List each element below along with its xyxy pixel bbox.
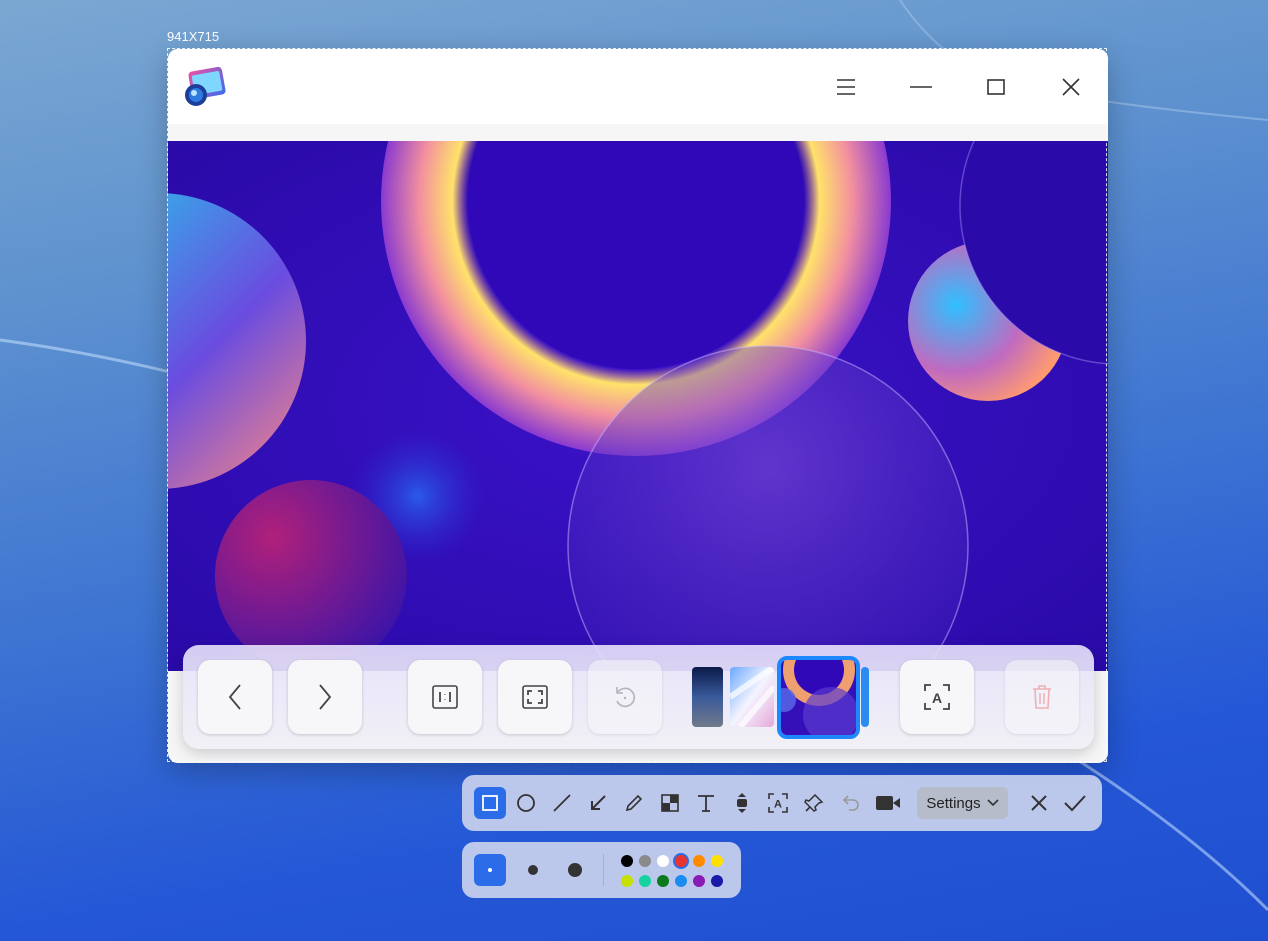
chevron-down-icon (987, 799, 999, 807)
image-viewer-window: A (168, 49, 1108, 763)
thumbnail-current-image (781, 660, 856, 735)
original-size-button[interactable] (408, 660, 482, 734)
image-canvas (168, 141, 1108, 671)
color-swatch[interactable] (639, 855, 651, 867)
mosaic-icon (661, 794, 679, 812)
original-size-icon (432, 685, 458, 709)
titlebar (168, 49, 1108, 124)
color-swatch[interactable] (675, 855, 687, 867)
displayed-wallpaper-image (168, 141, 1108, 671)
delete-button[interactable] (1005, 660, 1079, 734)
text-icon (698, 795, 714, 812)
size-medium-button[interactable] (517, 854, 549, 886)
svg-text:A: A (774, 799, 782, 811)
image-viewer-icon (185, 66, 226, 106)
fit-window-button[interactable] (498, 660, 572, 734)
pen-icon (625, 794, 643, 812)
confirm-button[interactable] (1059, 787, 1091, 819)
color-swatch[interactable] (657, 875, 669, 887)
ocr-icon: A (768, 793, 788, 813)
line-icon (553, 794, 571, 812)
rectangle-tool[interactable] (474, 787, 506, 819)
rotate-button[interactable] (588, 660, 662, 734)
pin-tool[interactable] (798, 787, 830, 819)
thumbnail-1[interactable] (692, 667, 723, 727)
settings-label: Settings (926, 794, 981, 812)
mosaic-tool[interactable] (654, 787, 686, 819)
dot-medium-icon (528, 865, 538, 875)
color-swatch[interactable] (621, 875, 633, 887)
color-swatch[interactable] (639, 875, 651, 887)
minimize-icon (910, 86, 932, 88)
maximize-button[interactable] (976, 69, 1016, 105)
delete-icon (1033, 685, 1051, 709)
check-icon (1064, 795, 1086, 812)
cancel-button[interactable] (1023, 787, 1055, 819)
thumbnail-3-selected[interactable] (777, 656, 860, 739)
close-icon (1031, 795, 1047, 811)
scroll-capture-tool[interactable] (726, 787, 758, 819)
color-swatch[interactable] (675, 875, 687, 887)
undo-icon (842, 795, 859, 811)
color-swatch[interactable] (657, 855, 669, 867)
pin-icon (804, 793, 824, 812)
thumbnail-2[interactable] (730, 667, 774, 727)
arrow-icon (591, 795, 606, 810)
menu-icon (837, 79, 855, 95)
line-tool[interactable] (546, 787, 578, 819)
close-button[interactable] (1051, 69, 1091, 105)
minimize-button[interactable] (901, 69, 941, 105)
dot-small-icon (488, 868, 492, 872)
pen-tool[interactable] (618, 787, 650, 819)
panel-divider (603, 854, 604, 886)
thumbnail-dark-image (692, 667, 723, 727)
ellipse-tool[interactable] (510, 787, 542, 819)
undo-tool[interactable] (834, 787, 866, 819)
ocr-icon: A (924, 684, 950, 710)
scroll-capture-icon (737, 793, 747, 813)
arrow-tool[interactable] (582, 787, 614, 819)
style-panel (462, 842, 741, 898)
color-swatch[interactable] (711, 855, 723, 867)
previous-button[interactable] (198, 660, 272, 734)
text-tool[interactable] (690, 787, 722, 819)
rectangle-icon (482, 795, 498, 811)
color-swatch[interactable] (693, 875, 705, 887)
color-swatch[interactable] (693, 855, 705, 867)
color-swatch[interactable] (711, 875, 723, 887)
close-icon (1062, 78, 1080, 96)
selection-size-label: 941X715 (167, 29, 220, 44)
thumbnail-4[interactable] (861, 667, 869, 727)
viewer-toolbar: A (183, 645, 1094, 749)
svg-text:A: A (932, 690, 942, 706)
menu-button[interactable] (826, 69, 866, 105)
settings-dropdown[interactable]: Settings (917, 787, 1008, 819)
size-small-button[interactable] (474, 854, 506, 886)
ocr-tool[interactable]: A (762, 787, 794, 819)
dot-large-icon (568, 863, 582, 877)
ocr-button[interactable]: A (900, 660, 974, 734)
fit-window-icon (522, 685, 548, 709)
record-tool[interactable] (872, 787, 904, 819)
previous-icon (228, 684, 241, 710)
size-large-button[interactable] (559, 854, 591, 886)
maximize-icon (987, 79, 1005, 95)
thumbnail-light-image (730, 667, 774, 727)
next-button[interactable] (288, 660, 362, 734)
color-swatch[interactable] (621, 855, 633, 867)
record-icon (876, 796, 900, 810)
rotate-icon (616, 687, 636, 708)
next-icon (319, 684, 332, 710)
screenshot-toolbar: A Settings (462, 775, 1102, 831)
thumbnail-blue-image (861, 667, 869, 727)
ellipse-icon (517, 794, 535, 812)
